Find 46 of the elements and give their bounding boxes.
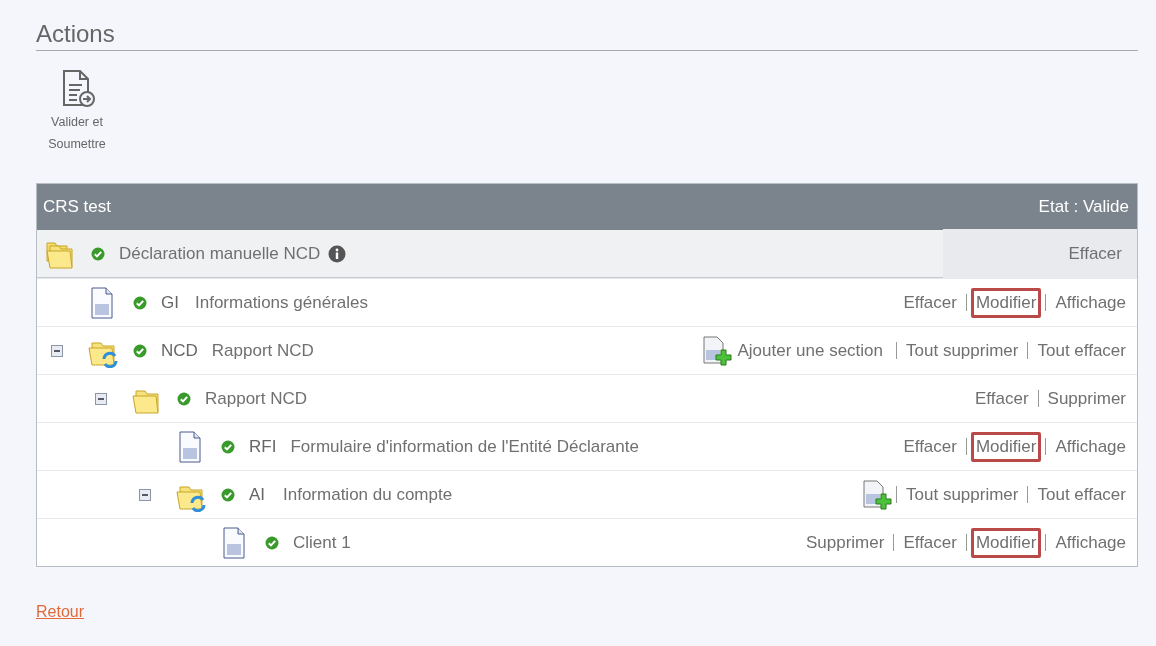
action-link[interactable]: Tout supprimer xyxy=(901,335,1024,366)
action-link[interactable]: Modifier xyxy=(970,431,1042,462)
status-label: Etat : Valide xyxy=(1038,197,1129,217)
item-code: NCD xyxy=(161,340,198,361)
collapse-icon[interactable] xyxy=(139,488,151,501)
action-link[interactable]: Tout supprimer xyxy=(901,479,1024,510)
check-icon xyxy=(133,343,147,358)
back-link[interactable]: Retour xyxy=(36,603,85,621)
item-name: Information du compte xyxy=(283,484,453,505)
item-code: GI xyxy=(161,292,180,313)
collapse-icon[interactable] xyxy=(95,392,107,405)
action-link[interactable]: Modifier xyxy=(970,527,1042,558)
panel-title: CRS test xyxy=(43,197,112,217)
section-title: Actions xyxy=(36,20,115,47)
action-link[interactable]: Supprimer xyxy=(1042,383,1131,414)
add-section-icon[interactable] xyxy=(860,479,893,510)
action-link[interactable]: Supprimer xyxy=(800,527,890,558)
action-link[interactable]: Effacer xyxy=(970,383,1034,414)
check-icon xyxy=(221,487,235,502)
add-section-link[interactable]: Ajouter une section xyxy=(732,335,889,366)
action-link[interactable]: Affichage xyxy=(1050,431,1131,462)
item-code: RFI xyxy=(249,436,277,457)
check-icon xyxy=(91,246,105,261)
check-icon xyxy=(177,391,191,406)
check-icon xyxy=(265,535,279,550)
action-link[interactable]: Tout effacer xyxy=(1032,479,1131,510)
action-link[interactable]: Effacer xyxy=(898,527,962,558)
add-section-icon[interactable] xyxy=(700,335,733,366)
item-code: AI xyxy=(249,484,267,505)
action-link[interactable]: Affichage xyxy=(1050,527,1131,558)
info-icon[interactable] xyxy=(328,244,347,263)
validate-submit-button[interactable]: Valider et Soumettre xyxy=(38,67,116,163)
item-name: Déclaration manuelle NCD xyxy=(119,243,321,264)
action-link[interactable]: Modifier xyxy=(970,287,1042,318)
collapse-icon[interactable] xyxy=(51,344,63,357)
item-name: Rapport NCD xyxy=(205,388,308,409)
action-link[interactable]: Effacer xyxy=(898,287,962,318)
item-name: Formulaire d'information de l'Entité Déclarante xyxy=(290,436,639,457)
check-icon xyxy=(133,295,147,310)
action-link[interactable]: Effacer xyxy=(898,431,962,462)
action-link[interactable]: Affichage xyxy=(1050,287,1131,318)
item-name: Rapport NCD xyxy=(211,340,314,361)
item-name: Client 1 xyxy=(293,532,351,553)
action-link[interactable]: Tout effacer xyxy=(1032,335,1131,366)
item-name: Informations générales xyxy=(195,292,368,313)
check-icon xyxy=(221,439,235,454)
